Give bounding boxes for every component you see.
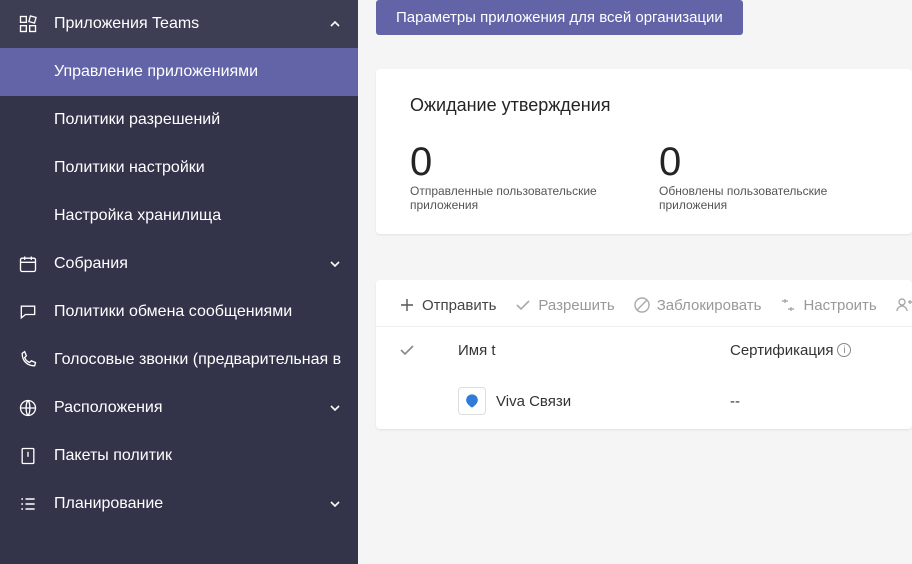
chevron-down-icon <box>328 401 342 415</box>
sidebar-item-teams-apps[interactable]: Приложения Teams <box>0 0 358 48</box>
row-name: Viva Связи <box>458 387 730 415</box>
sidebar-item-permission-policies[interactable]: Политики разрешений <box>0 96 358 144</box>
header-name[interactable]: Имя t <box>458 342 730 359</box>
list-icon <box>16 492 40 516</box>
sidebar-item-setup-policies[interactable]: Политики настройки <box>0 144 358 192</box>
app-name: Viva Связи <box>496 393 571 410</box>
chevron-down-icon <box>328 497 342 511</box>
sidebar-item-label: Собрания <box>54 255 320 273</box>
sidebar-item-label: Пакеты политик <box>54 447 342 465</box>
plus-icon <box>398 296 416 314</box>
header-cert[interactable]: Сертификация i <box>730 342 890 359</box>
toolbar-label: Разрешить <box>538 297 614 314</box>
stat-label: Отправленные пользовательские приложения <box>410 184 629 212</box>
toolbar: Отправить Разрешить Заблокировать Настро… <box>376 280 912 326</box>
phone-icon <box>16 348 40 372</box>
toolbar-label: Настроить <box>803 297 876 314</box>
toolbar-label: Заблокировать <box>657 297 762 314</box>
approval-card: Ожидание утверждения 0 Отправленные поль… <box>376 69 912 234</box>
table-row[interactable]: Viva Связи -- <box>376 373 912 429</box>
info-icon[interactable]: i <box>837 343 851 357</box>
customize-icon <box>779 296 797 314</box>
sidebar-item-voice[interactable]: Голосовые звонки (предварительная в <box>0 336 358 384</box>
stat-updated: 0 Обновлены пользовательские приложения <box>659 142 878 212</box>
sidebar-item-label: Политики обмена сообщениями <box>54 303 342 321</box>
sidebar-item-policy-packages[interactable]: Пакеты политик <box>0 432 358 480</box>
header-check[interactable] <box>398 341 458 359</box>
main-content: Параметры приложения для всей организаци… <box>358 0 912 564</box>
chat-icon <box>16 300 40 324</box>
sidebar-item-label: Голосовые звонки (предварительная в <box>54 351 342 369</box>
chevron-down-icon <box>328 257 342 271</box>
globe-icon <box>16 396 40 420</box>
allow-button[interactable]: Разрешить <box>514 292 614 318</box>
sidebar-item-planning[interactable]: Планирование <box>0 480 358 528</box>
submit-button[interactable]: Отправить <box>398 292 496 318</box>
block-button[interactable]: Заблокировать <box>633 292 762 318</box>
check-icon <box>514 296 532 314</box>
sidebar-item-store-customization[interactable]: Настройка хранилища <box>0 192 358 240</box>
sidebar-item-label: Приложения Teams <box>54 15 320 33</box>
table-header: Имя t Сертификация i <box>376 326 912 373</box>
sidebar-item-label: Расположения <box>54 399 320 417</box>
calendar-icon <box>16 252 40 276</box>
app-icon <box>458 387 486 415</box>
apps-table-section: Отправить Разрешить Заблокировать Настро… <box>376 280 912 429</box>
add-button[interactable]: A <box>895 292 912 318</box>
chevron-up-icon <box>328 17 342 31</box>
sidebar-item-meetings[interactable]: Собрания <box>0 240 358 288</box>
sidebar: Приложения Teams Управление приложениями… <box>0 0 358 564</box>
row-cert: -- <box>730 393 890 410</box>
stat-label: Обновлены пользовательские приложения <box>659 184 878 212</box>
sidebar-item-label: Политики настройки <box>54 159 342 177</box>
stat-submitted: 0 Отправленные пользовательские приложен… <box>410 142 629 212</box>
stat-value: 0 <box>410 142 629 182</box>
sidebar-item-label: Политики разрешений <box>54 111 342 129</box>
toolbar-label: Отправить <box>422 297 496 314</box>
customize-button[interactable]: Настроить <box>779 292 876 318</box>
sidebar-item-label: Настройка хранилища <box>54 207 342 225</box>
sidebar-item-locations[interactable]: Расположения <box>0 384 358 432</box>
approval-card-title: Ожидание утверждения <box>410 95 878 116</box>
package-icon <box>16 444 40 468</box>
apps-icon <box>16 12 40 36</box>
block-icon <box>633 296 651 314</box>
sidebar-item-label: Планирование <box>54 495 320 513</box>
people-icon <box>895 296 912 314</box>
sidebar-item-label: Управление приложениями <box>54 63 342 81</box>
stat-value: 0 <box>659 142 878 182</box>
org-wide-settings-button[interactable]: Параметры приложения для всей организаци… <box>376 0 743 35</box>
sidebar-item-manage-apps[interactable]: Управление приложениями <box>0 48 358 96</box>
sidebar-item-messaging-policies[interactable]: Политики обмена сообщениями <box>0 288 358 336</box>
